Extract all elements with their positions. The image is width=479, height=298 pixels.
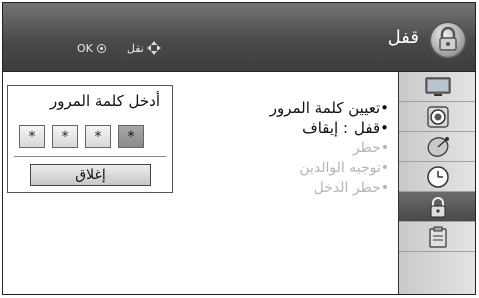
password-dialog: أدخل كلمة المرور * * * * إغلاق <box>7 85 173 193</box>
menu-item-set-password[interactable]: •تعيين كلمة المرور <box>270 98 389 118</box>
category-sidebar <box>398 72 475 294</box>
move-label: نقل <box>126 41 144 55</box>
menu-item-label: حظر الدخل <box>313 180 381 196</box>
main-content: •تعيين كلمة المرور •قفل: إيقاف •حظر •توج… <box>3 72 397 294</box>
channel-icon <box>427 136 449 157</box>
bullet: • <box>380 99 389 117</box>
sidebar-item-lock[interactable] <box>399 192 475 222</box>
ok-button-icon <box>96 43 106 53</box>
option-icon <box>428 226 447 248</box>
sidebar-item-audio[interactable] <box>399 102 475 132</box>
menu-item-label: قفل <box>354 119 381 137</box>
sidebar-item-option[interactable] <box>399 222 475 252</box>
ok-label: OK <box>77 41 93 55</box>
pin-digit-field-focused[interactable]: * <box>118 125 144 148</box>
menu-item-block: •حظر <box>270 138 389 158</box>
close-button[interactable]: إغلاق <box>30 164 151 186</box>
menu-item-lock[interactable]: •قفل : إيقاف <box>270 118 389 138</box>
menu-item-parental-guidance: •توجيه الوالدين <box>270 158 389 178</box>
picture-icon <box>424 76 451 96</box>
dialog-divider <box>14 156 166 157</box>
sidebar-item-time[interactable] <box>399 162 475 192</box>
pin-digit-field[interactable]: * <box>85 125 111 148</box>
lock-status-value: : إيقاف <box>302 119 349 137</box>
dialog-title: أدخل كلمة المرور <box>49 92 160 110</box>
navigation-hints: OK نقل <box>77 41 161 55</box>
lock-icon <box>430 196 445 217</box>
menu-item-input-block: •حظر الدخل <box>270 178 389 198</box>
tv-menu-screen: OK نقل قفل •تعيين كلمة المرور •قفل: إيقا… <box>2 2 476 295</box>
menu-item-label: حظر <box>352 140 381 156</box>
header-bar: OK نقل قفل <box>3 3 475 72</box>
pin-digit-field[interactable]: * <box>19 125 45 148</box>
bullet: • <box>380 140 389 156</box>
pin-digit-field[interactable]: * <box>52 125 78 148</box>
bullet: • <box>380 119 389 137</box>
move-hint: نقل <box>127 41 161 55</box>
menu-item-label: توجيه الوالدين <box>299 160 381 176</box>
ok-hint: OK <box>77 42 106 55</box>
lock-menu-list: •تعيين كلمة المرور •قفل: إيقاف •حظر •توج… <box>270 98 389 198</box>
menu-item-label: تعيين كلمة المرور <box>269 99 381 117</box>
sidebar-item-picture[interactable] <box>399 72 475 102</box>
pin-entry-row: * * * * <box>19 125 144 148</box>
audio-icon <box>426 105 449 128</box>
sidebar-item-channel[interactable] <box>399 132 475 162</box>
clock-icon <box>426 165 449 188</box>
bullet: • <box>380 160 389 176</box>
page-title: قفل <box>387 27 419 48</box>
dpad-arrows-icon <box>146 41 161 55</box>
lock-title-icon <box>431 23 465 57</box>
bullet: • <box>380 180 389 196</box>
